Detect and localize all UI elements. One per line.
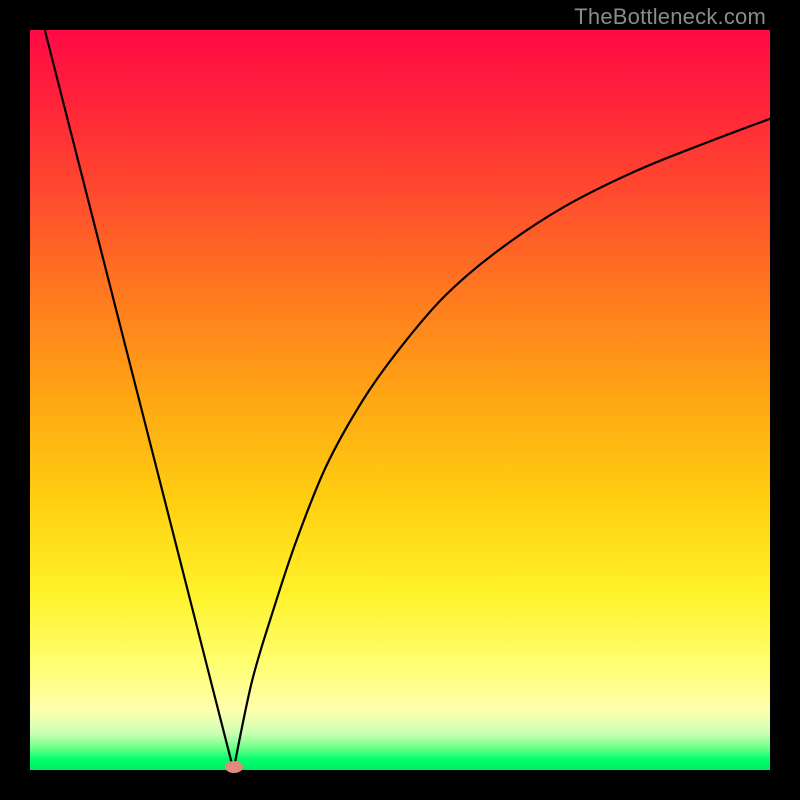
plot-area [30,30,770,770]
watermark-text: TheBottleneck.com [574,4,766,30]
chart-frame: TheBottleneck.com [0,0,800,800]
